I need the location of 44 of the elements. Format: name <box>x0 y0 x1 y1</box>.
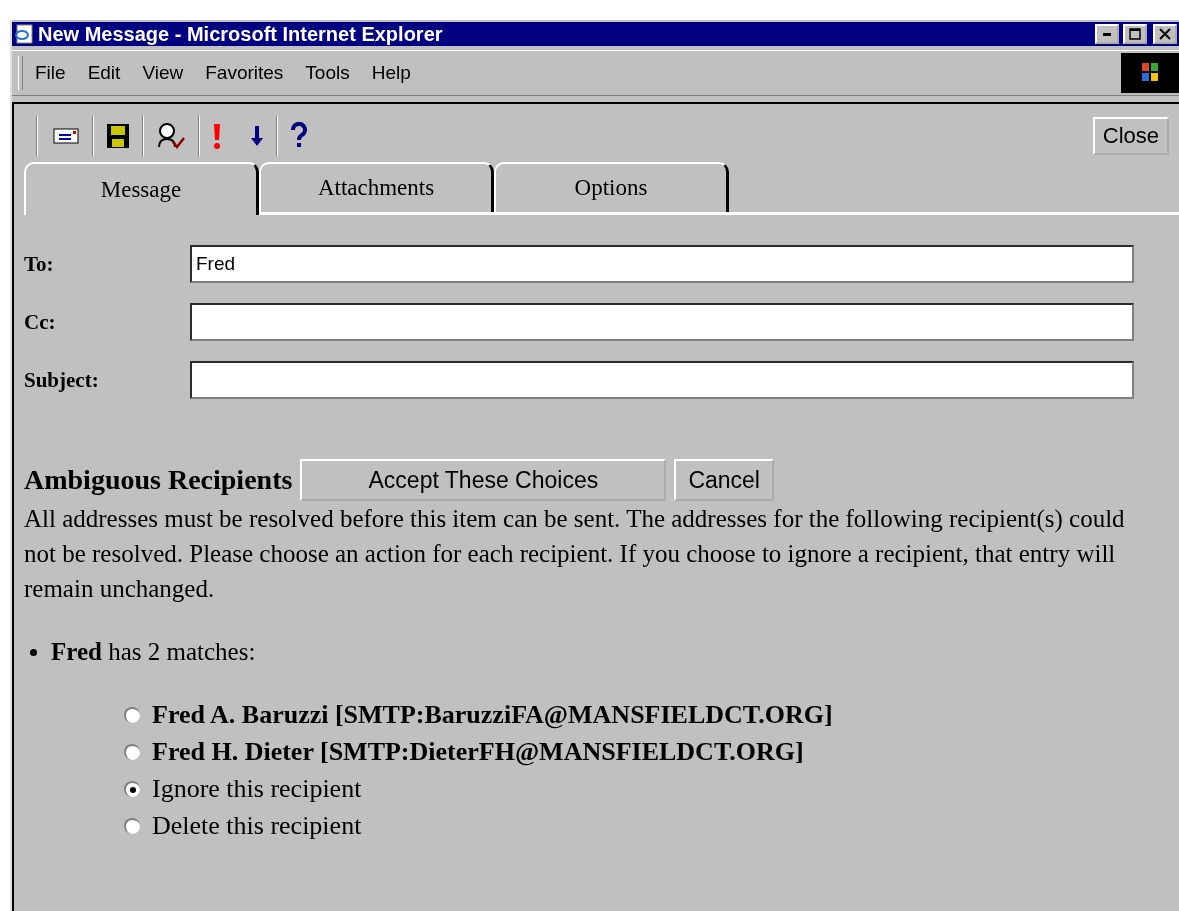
field-label: Subject: <box>24 367 100 393</box>
save-icon[interactable] <box>106 123 130 149</box>
option-label: Fred A. Baruzzi [SMTP:BaruzziFA@MANSFIELDCT.ORG] <box>152 699 833 730</box>
field-label: Cc: <box>24 309 57 335</box>
windows-logo-icon <box>1121 53 1179 93</box>
instructions-text: All addresses must be resolved before this item can be sent. The addresses for the following recipient(s) could not be resolved. Please choose an action for each recipient. If you choose to ignore a recipient, that entry will remain unchanged. <box>24 504 1126 604</box>
radio-button[interactable] <box>124 780 140 797</box>
maximize-button[interactable] <box>1123 24 1147 44</box>
window-title: New Message - Microsoft Internet Explorer <box>38 22 444 46</box>
radio-button[interactable] <box>124 706 140 723</box>
help-icon[interactable] <box>290 122 308 150</box>
menu-item[interactable]: File <box>35 62 66 84</box>
radio-button[interactable] <box>124 817 140 834</box>
menu-item[interactable]: Edit <box>87 62 121 84</box>
option-label: Fred H. Dieter [SMTP:DieterFH@MANSFIELDCT.ORG] <box>152 736 804 767</box>
option-label: Ignore this recipient <box>152 773 362 804</box>
minimize-button[interactable] <box>1095 24 1119 44</box>
option-label: Delete this recipient <box>152 810 362 841</box>
maximize-icon <box>1129 28 1141 40</box>
close-window-button[interactable] <box>1153 24 1177 44</box>
field-label: To: <box>24 251 55 277</box>
menu-item[interactable]: Help <box>371 62 411 84</box>
menu-item[interactable]: Tools <box>305 62 350 84</box>
minimize-icon <box>1103 32 1111 36</box>
input-field[interactable] <box>190 303 1134 341</box>
section-heading: Ambiguous Recipients <box>24 464 293 496</box>
tab[interactable]: Message <box>24 162 259 215</box>
address-card-icon[interactable] <box>50 127 80 145</box>
person-check-icon[interactable] <box>156 122 186 150</box>
accept-button[interactable]: Accept These Choices <box>300 459 667 501</box>
radio-button[interactable] <box>124 743 140 760</box>
cancel-button[interactable]: Cancel <box>674 459 774 501</box>
tab[interactable]: Options <box>494 162 729 212</box>
input-field[interactable] <box>190 361 1134 399</box>
down-arrow-icon[interactable] <box>250 124 264 148</box>
menu-item[interactable]: Favorites <box>205 62 284 84</box>
menu-item[interactable]: View <box>142 62 184 84</box>
input-field[interactable]: Fred <box>190 245 1134 283</box>
close-button[interactable]: Close <box>1092 117 1169 155</box>
tab[interactable]: Attachments <box>259 162 494 212</box>
recipient-text: Fred has 2 matches: <box>51 638 256 666</box>
close-icon <box>1159 28 1171 40</box>
bullet-icon <box>30 648 37 656</box>
browser-icon <box>14 24 34 44</box>
